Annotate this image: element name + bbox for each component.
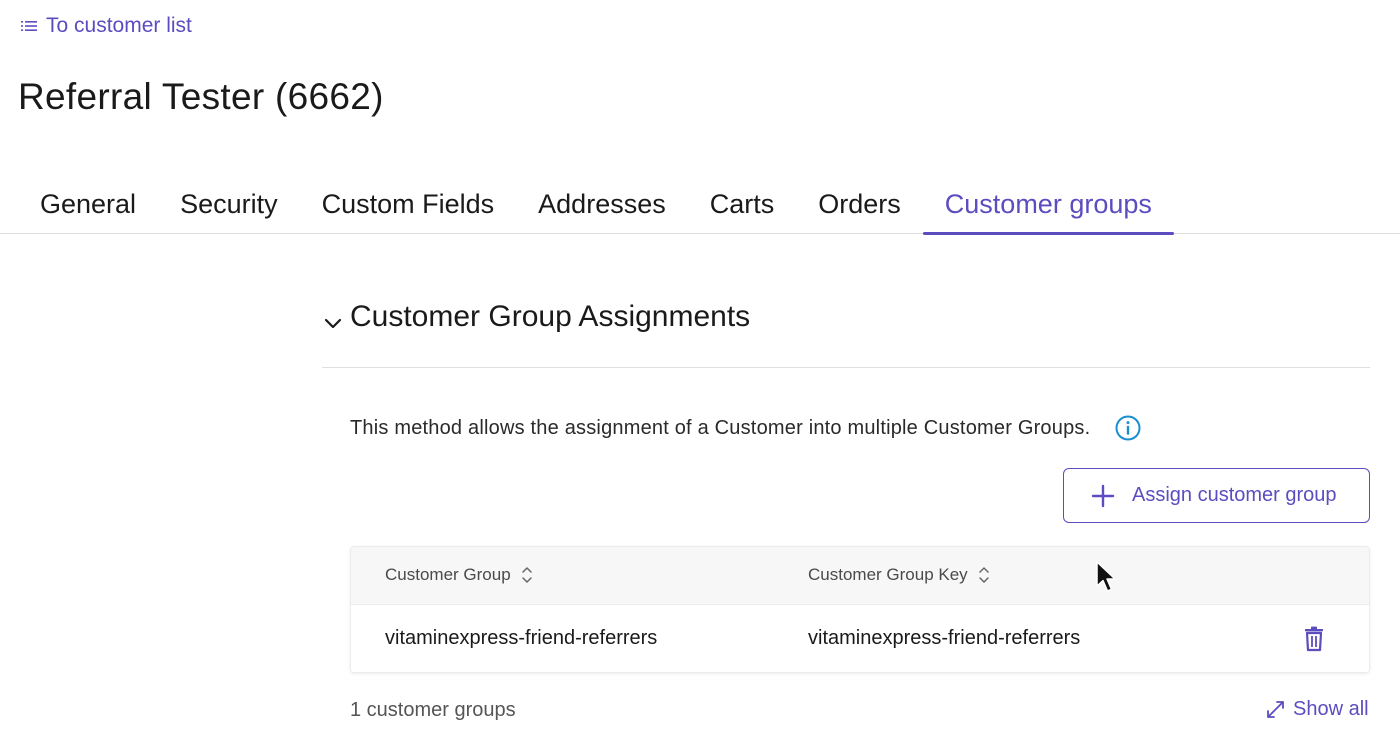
sort-icon xyxy=(978,567,989,583)
column-label: Customer Group xyxy=(385,565,511,584)
tab-security[interactable]: Security xyxy=(158,176,300,234)
section-header: Customer Group Assignments xyxy=(322,300,1370,368)
mouse-cursor-icon xyxy=(1096,561,1116,592)
tab-custom-fields[interactable]: Custom Fields xyxy=(300,176,517,234)
table-row[interactable]: vitaminexpress-friend-referrers vitamine… xyxy=(351,605,1369,672)
customer-groups-count: 1 customer groups xyxy=(350,699,516,721)
tab-addresses[interactable]: Addresses xyxy=(516,176,688,234)
info-icon[interactable] xyxy=(1114,414,1142,442)
column-header-customer-group-key[interactable]: Customer Group Key xyxy=(808,565,990,585)
sort-icon xyxy=(521,567,532,583)
plus-icon xyxy=(1091,484,1115,507)
back-to-customer-list-link[interactable]: To customer list xyxy=(20,14,192,38)
table-header: Customer Group Customer Group Key xyxy=(351,547,1369,605)
cell-customer-group: vitaminexpress-friend-referrers xyxy=(385,627,658,649)
show-all-link[interactable]: Show all xyxy=(1266,698,1369,721)
trash-icon[interactable] xyxy=(1302,626,1326,652)
assign-customer-group-button[interactable]: Assign customer group xyxy=(1063,468,1370,523)
tab-carts[interactable]: Carts xyxy=(688,176,797,234)
customer-groups-table: Customer Group Customer Group Key vitami… xyxy=(350,546,1370,673)
page-title: Referral Tester (6662) xyxy=(18,76,384,117)
back-link-label: To customer list xyxy=(46,14,192,37)
tab-bar: General Security Custom Fields Addresses… xyxy=(0,176,1400,235)
expand-icon xyxy=(1267,701,1284,718)
column-header-customer-group[interactable]: Customer Group xyxy=(385,565,533,585)
chevron-down-icon[interactable] xyxy=(322,312,344,334)
description-row: This method allows the assignment of a C… xyxy=(350,414,1142,442)
section-description: This method allows the assignment of a C… xyxy=(350,416,1091,439)
cell-customer-group-key: vitaminexpress-friend-referrers xyxy=(808,627,1081,649)
list-icon xyxy=(21,21,37,31)
section-title: Customer Group Assignments xyxy=(350,300,751,333)
show-all-label: Show all xyxy=(1293,698,1369,720)
assign-button-label: Assign customer group xyxy=(1132,484,1337,506)
column-label: Customer Group Key xyxy=(808,565,968,584)
tab-orders[interactable]: Orders xyxy=(796,176,923,234)
tab-customer-groups[interactable]: Customer groups xyxy=(922,176,1174,235)
tab-general[interactable]: General xyxy=(18,176,158,234)
